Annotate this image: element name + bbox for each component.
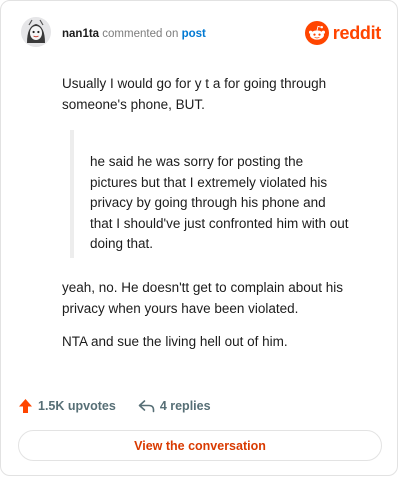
- post-link[interactable]: post: [182, 28, 206, 40]
- upvote-button[interactable]: 1.5K upvotes: [18, 398, 116, 414]
- reddit-logo-icon: [304, 21, 329, 45]
- upvote-arrow-icon: [19, 399, 32, 413]
- reply-count: 4 replies: [159, 399, 211, 413]
- comment-paragraph: NTA and sue the living hell out of him.: [62, 334, 288, 349]
- blockquote: he said he was sorry for posting the pic…: [70, 130, 366, 258]
- upvote-count: 1.5K upvotes: [38, 399, 116, 413]
- avatar[interactable]: [21, 17, 51, 47]
- view-conversation-button[interactable]: View the conversation: [18, 430, 382, 461]
- reply-arrow-icon: [138, 400, 155, 413]
- reddit-brand[interactable]: reddit: [304, 20, 382, 46]
- brand-text: reddit: [332, 22, 382, 43]
- action-text: commented on: [102, 28, 179, 40]
- comment-paragraph: yeah, no. He doesn'tt get to complain ab…: [62, 280, 344, 316]
- comment-card: nan1ta commented on post reddit Usually …: [0, 0, 398, 476]
- comment-meta: nan1ta commented on post: [62, 27, 206, 41]
- quote-text: he said he was sorry for posting the pic…: [90, 154, 349, 251]
- username[interactable]: nan1ta: [62, 28, 99, 40]
- comment-stats: 1.5K upvotes 4 replies: [18, 397, 211, 415]
- comment-paragraph: Usually I would go for y t a for going t…: [62, 76, 327, 112]
- replies-button[interactable]: 4 replies: [138, 399, 211, 413]
- avatar-icon: [21, 17, 51, 47]
- comment-header: nan1ta commented on post reddit: [21, 17, 381, 49]
